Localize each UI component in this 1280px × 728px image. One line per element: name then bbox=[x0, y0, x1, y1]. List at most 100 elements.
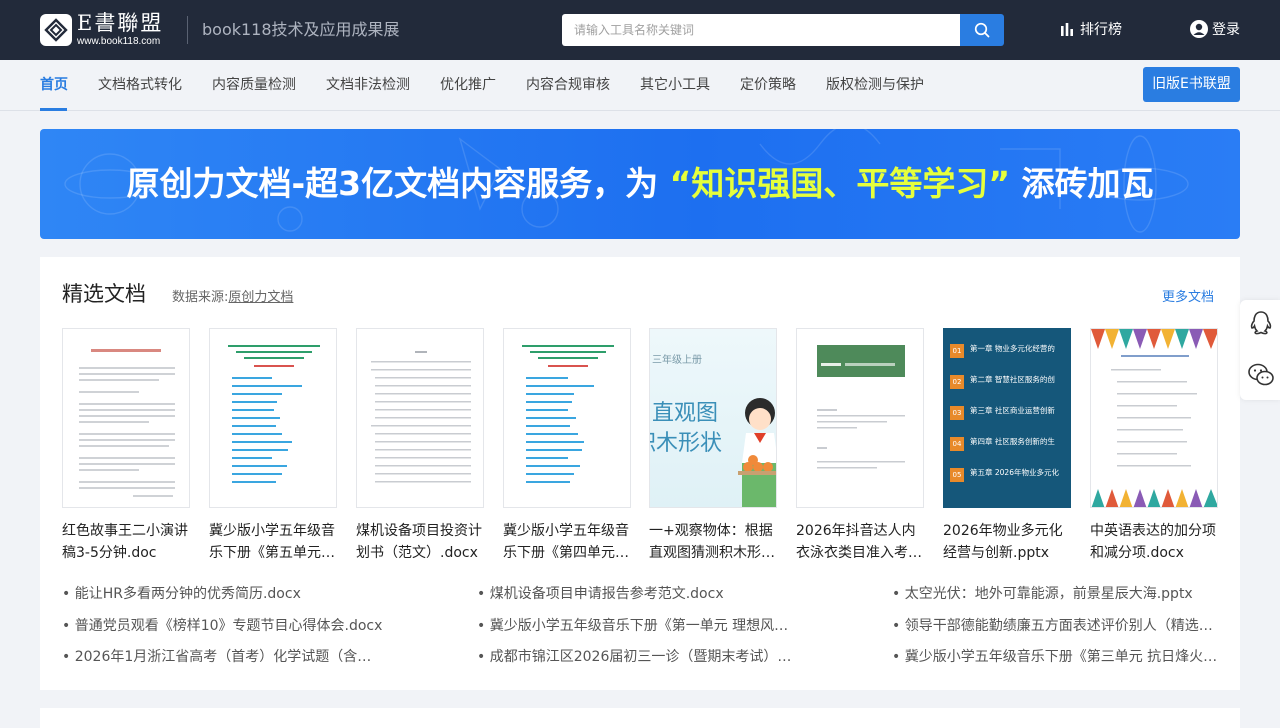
search-input[interactable] bbox=[562, 14, 961, 46]
list-item-text: 煤机设备项目申请报告参考范文.docx bbox=[489, 586, 724, 602]
section-title: 精选文档 bbox=[62, 282, 146, 306]
nav-item-home[interactable]: 首页 bbox=[40, 76, 68, 94]
list-item[interactable]: • 普通党员观看《榜样10》专题节目心得体会.docx bbox=[62, 616, 452, 636]
ranking-link[interactable]: 排行榜 bbox=[1060, 19, 1122, 41]
doc-preview-image bbox=[371, 351, 471, 483]
doc-title[interactable]: 煤机设备项目投资计划书（范文）.docx bbox=[356, 520, 484, 564]
list-item[interactable]: • 太空光伏：地外可靠能源，前景星辰大海.pptx bbox=[892, 584, 1218, 604]
old-version-button[interactable]: 旧版E书联盟 bbox=[1143, 67, 1240, 102]
main-nav: 首页 文档格式转化 内容质量检测 文档非法检测 优化推广 内容合规审核 其它小工… bbox=[0, 60, 1280, 111]
doc-card[interactable]: 冀少版小学五年级音乐下册《第四单元 劳动光荣》大单元整体教学设计[2022课标] bbox=[503, 328, 631, 564]
doc-thumbnail[interactable] bbox=[209, 328, 337, 508]
logo-text[interactable]: E書聯盟 bbox=[77, 11, 163, 35]
doc-card[interactable]: 三年级上册 直观图 积木形状 一+观察物体：根据直观图猜测积木形状.pptx bbox=[649, 328, 777, 564]
chapter-number: 01 bbox=[950, 344, 964, 358]
doc-thumbnail[interactable] bbox=[356, 328, 484, 508]
list-item-text: 2026年1月浙江省高考（首考）化学试题（含答案解析）.docx bbox=[74, 649, 378, 665]
chapter-title: 第三章 社区商业运营创新 bbox=[970, 406, 1055, 415]
nav-item-illegal-check[interactable]: 文档非法检测 bbox=[326, 76, 410, 94]
doc-card[interactable]: 中英语表达的加分项和减分项.docx bbox=[1090, 328, 1218, 564]
list-item-text: 成都市锦江区2026届初三一诊（暨期末考试）数学试题.docx bbox=[489, 649, 799, 665]
doc-title[interactable]: 红色故事王二小演讲稿3-5分钟.doc bbox=[62, 520, 190, 564]
doc-card[interactable]: 红色故事王二小演讲稿3-5分钟.doc bbox=[62, 328, 190, 564]
top-header: E書聯盟 www.book118.com book118技术及应用成果展 排行榜… bbox=[0, 0, 1280, 60]
doc-thumbnail[interactable]: 三年级上册 直观图 积木形状 bbox=[649, 328, 777, 508]
list-item-text: 能让HR多看两分钟的优秀简历.docx bbox=[74, 586, 301, 602]
banner-highlight: “知识强国、平等学习” bbox=[669, 164, 1011, 203]
chapter-number: 02 bbox=[950, 375, 964, 389]
doc-title[interactable]: 冀少版小学五年级音乐下册《第四单元 劳动光荣》大单元整体教学设计[2022课标] bbox=[503, 520, 631, 564]
nav-item-format-convert[interactable]: 文档格式转化 bbox=[98, 76, 182, 94]
list-item-text: 冀少版小学五年级音乐下册《第一单元 理想风帆》大单元整体教学设计 bbox=[489, 618, 799, 634]
qq-icon[interactable] bbox=[1246, 308, 1276, 338]
doc-title[interactable]: 冀少版小学五年级音乐下册《第五单元 童心飞扬》大单元整体教学设计[2022课标] bbox=[209, 520, 337, 564]
chapter-list: 01 第一章 物业多元化经营的 02 第二章 智慧社区服务的创 03 第三章 社… bbox=[944, 341, 1070, 496]
nav-item-copyright[interactable]: 版权检测与保护 bbox=[826, 76, 924, 94]
chapter-number: 04 bbox=[950, 437, 964, 451]
doc-title[interactable]: 2026年物业多元化经营与创新.pptx bbox=[943, 520, 1071, 564]
doc-thumbnail[interactable] bbox=[796, 328, 924, 508]
nav-item-promotion[interactable]: 优化推广 bbox=[440, 76, 496, 94]
doc-thumbnail[interactable] bbox=[62, 328, 190, 508]
site-slogan: book118技术及应用成果展 bbox=[202, 20, 400, 39]
doc-thumbnail[interactable]: 01 第一章 物业多元化经营的 02 第二章 智慧社区服务的创 03 第三章 社… bbox=[943, 328, 1071, 508]
list-item-text: 太空光伏：地外可靠能源，前景星辰大海.pptx bbox=[904, 586, 1193, 602]
banner-text-part2: 添砖加瓦 bbox=[1010, 164, 1154, 203]
list-item-text: 普通党员观看《榜样10》专题节目心得体会.docx bbox=[74, 618, 383, 634]
doc-preview-image bbox=[228, 345, 320, 483]
list-item[interactable]: • 煤机设备项目申请报告参考范文.docx bbox=[477, 584, 867, 604]
doc-title[interactable]: 中英语表达的加分项和减分项.docx bbox=[1090, 520, 1218, 564]
floating-contact-bar bbox=[1240, 300, 1280, 400]
chapter-item: 03 第三章 社区商业运营创新 bbox=[944, 403, 1070, 434]
doc-thumbnail[interactable] bbox=[1090, 328, 1218, 508]
chapter-title: 第五章 2026年物业多元化 bbox=[970, 468, 1059, 477]
doc-title[interactable]: 一+观察物体：根据直观图猜测积木形状.pptx bbox=[649, 520, 777, 564]
doc-preview-image bbox=[79, 349, 175, 497]
doc-card[interactable]: 冀少版小学五年级音乐下册《第五单元 童心飞扬》大单元整体教学设计[2022课标] bbox=[209, 328, 337, 564]
bar-chart-icon bbox=[1061, 23, 1073, 36]
list-item[interactable]: • 冀少版小学五年级音乐下册《第三单元 抗日烽火》大单元整体教学设计 bbox=[892, 647, 1218, 667]
list-item-text: 领导干部德能勤绩廉五方面表述评价别人（精选3篇）.docx bbox=[904, 618, 1218, 634]
chapter-title: 第一章 物业多元化经营的 bbox=[970, 344, 1055, 353]
doc-thumbnail[interactable] bbox=[503, 328, 631, 508]
header-divider bbox=[187, 16, 188, 44]
doc-card[interactable]: 煤机设备项目投资计划书（范文）.docx bbox=[356, 328, 484, 564]
nav-item-other-tools[interactable]: 其它小工具 bbox=[640, 76, 710, 94]
search-icon bbox=[974, 22, 990, 38]
next-section bbox=[40, 708, 1240, 728]
ranking-label: 排行榜 bbox=[1080, 22, 1122, 38]
banner-text-part1: 原创力文档-超3亿文档内容服务，为 bbox=[126, 164, 670, 203]
doc-title[interactable]: 2026年抖音达人内衣泳衣类目准入考试题库.docx bbox=[796, 520, 924, 564]
chapter-title: 第二章 智慧社区服务的创 bbox=[970, 375, 1055, 384]
logo-url: www.book118.com bbox=[77, 36, 161, 47]
doc-card[interactable]: 2026年抖音达人内衣泳衣类目准入考试题库.docx bbox=[796, 328, 924, 564]
list-item-text: 冀少版小学五年级音乐下册《第三单元 抗日烽火》大单元整体教学设计 bbox=[904, 649, 1218, 665]
logo-icon[interactable] bbox=[40, 14, 72, 46]
list-item[interactable]: • 2026年1月浙江省高考（首考）化学试题（含答案解析）.docx bbox=[62, 647, 378, 667]
search-button[interactable] bbox=[960, 14, 1004, 46]
doc-preview-image bbox=[522, 345, 614, 483]
list-item[interactable]: • 领导干部德能勤绩廉五方面表述评价别人（精选3篇）.docx bbox=[892, 616, 1218, 636]
chapter-title: 第四章 社区服务创新的生 bbox=[970, 437, 1055, 446]
data-source-prefix: 数据来源: bbox=[172, 290, 229, 305]
login-link[interactable]: 登录 bbox=[1190, 19, 1240, 41]
chapter-item: 01 第一章 物业多元化经营的 bbox=[944, 341, 1070, 372]
featured-docs-section: 精选文档 数据来源:原创力文档 更多文档 红色故事王二小演讲稿3-5分钟.doc bbox=[40, 257, 1240, 690]
chapter-number: 05 bbox=[950, 468, 964, 482]
doc-preview-image bbox=[1091, 329, 1217, 507]
list-item[interactable]: • 能让HR多看两分钟的优秀简历.docx bbox=[62, 584, 452, 604]
doc-card[interactable]: 01 第一章 物业多元化经营的 02 第二章 智慧社区服务的创 03 第三章 社… bbox=[943, 328, 1071, 564]
chapter-item: 04 第四章 社区服务创新的生 bbox=[944, 434, 1070, 465]
wechat-icon[interactable] bbox=[1246, 360, 1276, 390]
list-item[interactable]: • 成都市锦江区2026届初三一诊（暨期末考试）数学试题.docx bbox=[477, 647, 799, 667]
nav-item-compliance[interactable]: 内容合规审核 bbox=[526, 76, 610, 94]
user-avatar-icon bbox=[1190, 20, 1208, 38]
banner-headline: 原创力文档-超3亿文档内容服务，为 “知识强国、平等学习” 添砖加瓦 bbox=[40, 163, 1240, 205]
girl-illustration bbox=[738, 398, 776, 507]
more-docs-link[interactable]: 更多文档 bbox=[1162, 289, 1214, 307]
data-source-link[interactable]: 原创力文档 bbox=[228, 290, 293, 305]
chapter-item: 05 第五章 2026年物业多元化 bbox=[944, 465, 1070, 496]
nav-item-quality-check[interactable]: 内容质量检测 bbox=[212, 76, 296, 94]
nav-item-pricing[interactable]: 定价策略 bbox=[740, 76, 796, 94]
list-item[interactable]: • 冀少版小学五年级音乐下册《第一单元 理想风帆》大单元整体教学设计 bbox=[477, 616, 799, 636]
